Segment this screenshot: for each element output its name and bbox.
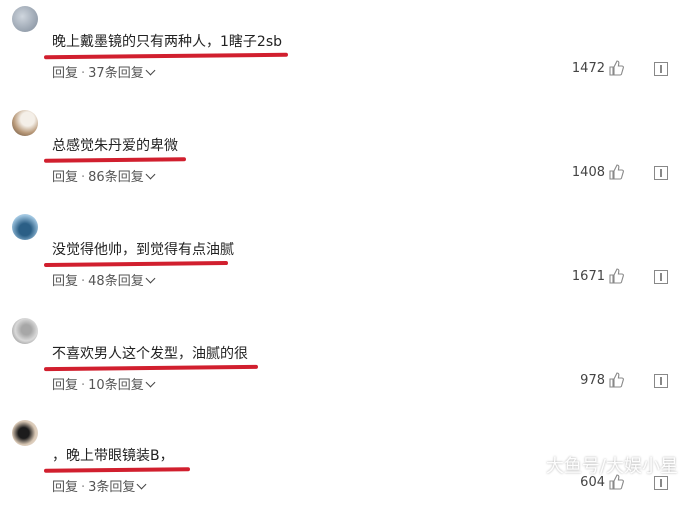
username-blurred <box>52 424 172 434</box>
comment-meta: 回复 · 48条回复 <box>52 270 156 289</box>
comment-item: 总感觉朱丹爱的卑微 回复 · 86条回复 1408 <box>0 108 688 212</box>
view-replies-link[interactable]: 3条回复 <box>88 479 147 495</box>
like-count-group: 1671 <box>572 268 624 284</box>
replies-count-label: 48条回复 <box>88 274 144 289</box>
red-underline-mark <box>43 467 191 473</box>
reply-button[interactable]: 回复 <box>52 66 78 81</box>
red-underline-mark <box>43 364 259 372</box>
chevron-down-icon <box>145 169 156 180</box>
reply-button[interactable]: 回复 <box>52 274 78 289</box>
like-count: 1472 <box>571 60 605 76</box>
replies-count-label: 37条回复 <box>88 66 144 81</box>
separator-dot: · <box>81 170 86 185</box>
comment-text: 总感觉朱丹爱的卑微 <box>52 138 178 154</box>
reply-button[interactable]: 回复 <box>52 170 78 185</box>
view-replies-link[interactable]: 86条回复 <box>88 169 156 185</box>
like-count: 1408 <box>571 164 605 180</box>
comment-meta: 回复 · 10条回复 <box>52 374 156 393</box>
replies-count-label: 3条回复 <box>88 480 136 495</box>
chevron-down-icon <box>145 377 156 388</box>
chevron-down-icon <box>145 65 156 76</box>
watermark: 大鱼号/大娱小星 <box>545 456 678 477</box>
report-icon[interactable] <box>654 476 668 490</box>
view-replies-link[interactable]: 10条回复 <box>88 377 156 393</box>
view-replies-link[interactable]: 37条回复 <box>88 65 156 81</box>
chevron-down-icon <box>145 273 156 284</box>
replies-count-label: 86条回复 <box>88 170 144 185</box>
report-icon[interactable] <box>654 374 668 388</box>
separator-dot: · <box>81 66 86 81</box>
report-icon[interactable] <box>654 166 668 180</box>
like-count-group: 1472 <box>572 60 624 76</box>
comment-item: 没觉得他帅，到觉得有点油腻 回复 · 48条回复 1671 <box>0 212 688 316</box>
avatar[interactable] <box>12 110 38 136</box>
thumbs-up-icon[interactable] <box>608 268 624 284</box>
chevron-down-icon <box>136 479 147 490</box>
replies-count-label: 10条回复 <box>88 378 144 393</box>
report-icon[interactable] <box>654 62 668 76</box>
separator-dot: · <box>81 480 86 495</box>
comment-text: 不喜欢男人这个发型，油腻的很 <box>52 346 248 362</box>
comment-meta: 回复 · 86条回复 <box>52 166 156 185</box>
red-underline-mark <box>43 52 289 60</box>
report-icon[interactable] <box>654 270 668 284</box>
comment-meta: 回复 · 37条回复 <box>52 62 156 81</box>
thumbs-up-icon[interactable] <box>608 60 624 76</box>
username-blurred <box>52 114 172 124</box>
comment-item: 不喜欢男人这个发型，油腻的很 回复 · 10条回复 978 <box>0 316 688 420</box>
avatar[interactable] <box>12 420 38 446</box>
thumbs-up-icon[interactable] <box>608 164 624 180</box>
separator-dot: · <box>81 274 86 289</box>
reply-button[interactable]: 回复 <box>52 378 78 393</box>
avatar[interactable] <box>12 214 38 240</box>
comment-text: 没觉得他帅，到觉得有点油腻 <box>52 242 234 258</box>
reply-button[interactable]: 回复 <box>52 480 78 495</box>
avatar[interactable] <box>12 318 38 344</box>
like-count: 1671 <box>571 268 605 284</box>
thumbs-up-icon[interactable] <box>608 372 624 388</box>
comment-meta: 回复 · 3条回复 <box>52 476 147 495</box>
red-underline-mark <box>43 261 229 267</box>
red-underline-mark <box>43 157 187 163</box>
like-count-group: 1408 <box>572 164 624 180</box>
avatar[interactable] <box>12 6 38 32</box>
separator-dot: · <box>81 378 86 393</box>
username-blurred <box>52 218 172 228</box>
comment-text: 晚上戴墨镜的只有两种人，1瞎子2sb <box>52 34 282 50</box>
comment-item: 晚上戴墨镜的只有两种人，1瞎子2sb 回复 · 37条回复 1472 <box>0 4 688 108</box>
username-blurred <box>52 10 172 20</box>
comment-text: ，晚上带眼镜装B， <box>52 448 174 464</box>
like-count: 978 <box>580 372 605 388</box>
username-blurred <box>52 322 172 332</box>
like-count-group: 978 <box>580 372 624 388</box>
view-replies-link[interactable]: 48条回复 <box>88 273 156 289</box>
